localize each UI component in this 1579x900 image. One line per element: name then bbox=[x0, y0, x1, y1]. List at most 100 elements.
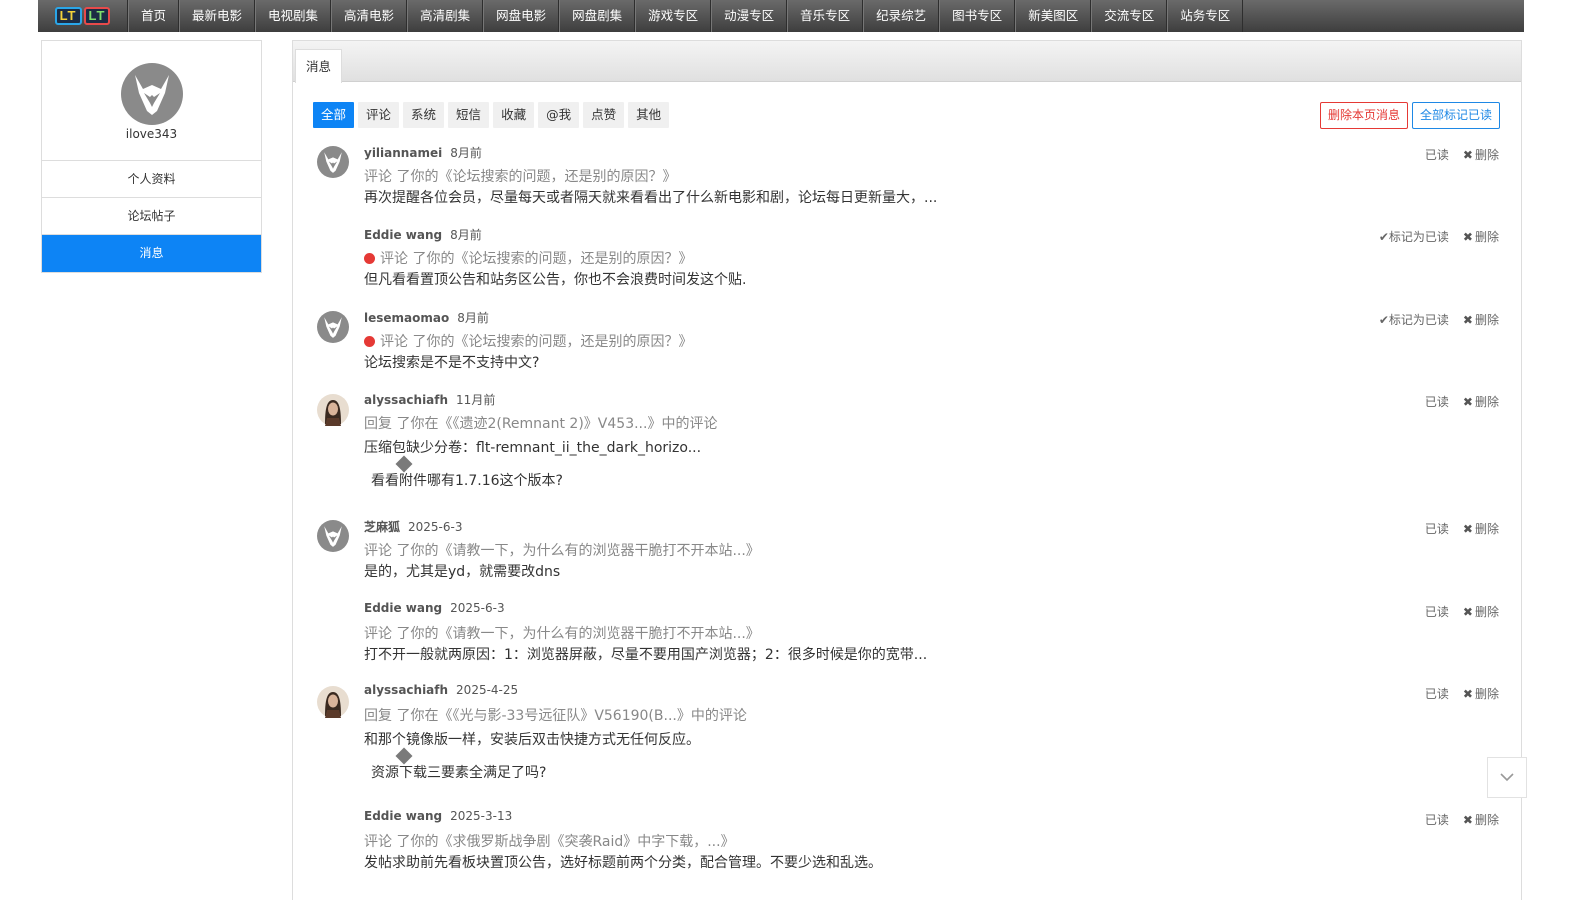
message-time: 2025-6-3 bbox=[450, 601, 505, 615]
delete-label: 删除 bbox=[1474, 148, 1499, 162]
message-item: alyssachiafh 2025-4-25 回复 了你在《《光与影-33号远征队… bbox=[293, 683, 1521, 803]
nav-item-hd-series[interactable]: 高清剧集 bbox=[407, 0, 484, 32]
nav-item-documentary[interactable]: 纪录综艺 bbox=[863, 0, 940, 32]
filter-likes[interactable]: 点赞 bbox=[583, 102, 625, 128]
delete-label: 删除 bbox=[1474, 230, 1499, 244]
close-icon: ✖ bbox=[1462, 522, 1473, 536]
message-user[interactable]: Eddie wang bbox=[364, 809, 442, 823]
delete-label: 删除 bbox=[1474, 605, 1499, 619]
nav-item-music[interactable]: 音乐专区 bbox=[787, 0, 864, 32]
filter-sms[interactable]: 短信 bbox=[448, 102, 490, 128]
photo-avatar-icon[interactable] bbox=[317, 394, 349, 426]
message-user[interactable]: alyssachiafh bbox=[364, 393, 448, 407]
user-avatar-icon[interactable] bbox=[120, 63, 183, 125]
message-content: 打不开一般就两原因：1：浏览器屏蔽，尽量不要用国产浏览器；2：很多时候是你的宽带… bbox=[364, 647, 928, 663]
delete-label: 删除 bbox=[1474, 813, 1499, 827]
filter-mentions[interactable]: @我 bbox=[538, 102, 580, 128]
logo-part-1: LT bbox=[54, 7, 82, 25]
close-icon: ✖ bbox=[1462, 230, 1473, 244]
filter-system[interactable]: 系统 bbox=[403, 102, 445, 128]
nav-item-tv-series[interactable]: 电视剧集 bbox=[255, 0, 332, 32]
message-action[interactable]: 回复 了你在《《光与影-33号远征队》V56190(B...》中的评论 bbox=[364, 705, 747, 725]
nav-item-cloud-series[interactable]: 网盘剧集 bbox=[559, 0, 636, 32]
nav-item-community[interactable]: 交流专区 bbox=[1091, 0, 1168, 32]
chevron-down-icon bbox=[1500, 773, 1514, 782]
message-actions: 已读 ✖ 删除 bbox=[1425, 811, 1499, 828]
delete-message-button[interactable]: ✖ 删除 bbox=[1463, 228, 1499, 245]
message-action[interactable]: 评论 了你的《论坛搜索的问题，还是别的原因？》 bbox=[364, 166, 676, 186]
sidebar-item-profile[interactable]: 个人资料 bbox=[42, 161, 261, 198]
message-user[interactable]: Eddie wang bbox=[364, 601, 442, 615]
message-user[interactable]: yiliannamei bbox=[364, 146, 442, 160]
horned-avatar-icon[interactable] bbox=[317, 146, 349, 178]
mark-read-label: 标记为已读 bbox=[1388, 313, 1449, 327]
read-status: 已读 bbox=[1424, 813, 1449, 827]
message-time: 8月前 bbox=[450, 146, 482, 160]
message-actions: 已读 ✖ 删除 bbox=[1425, 520, 1499, 537]
message-item: Eddie wang 2025-3-13 评论 了你的《求俄罗斯战争剧《突袭Rai… bbox=[293, 809, 1521, 889]
logo-part-2: LT bbox=[83, 7, 111, 25]
tab-messages[interactable]: 消息 bbox=[295, 49, 343, 83]
nav-item-home[interactable]: 首页 bbox=[128, 0, 180, 32]
nav-item-gallery[interactable]: 新美图区 bbox=[1015, 0, 1092, 32]
nav-item-cloud-movies[interactable]: 网盘电影 bbox=[483, 0, 560, 32]
message-actions: 已读 ✖ 删除 bbox=[1425, 393, 1499, 410]
message-action[interactable]: 评论 了你的《求俄罗斯战争剧《突袭Raid》中字下载，...》 bbox=[364, 831, 735, 851]
photo-avatar-icon[interactable] bbox=[317, 686, 349, 718]
nav-item-books[interactable]: 图书专区 bbox=[939, 0, 1016, 32]
delete-label: 删除 bbox=[1474, 522, 1499, 536]
message-user[interactable]: lesemaomao bbox=[364, 311, 449, 325]
filter-favorites[interactable]: 收藏 bbox=[493, 102, 535, 128]
message-item: 芝麻狐 2025-6-3 评论 了你的《请教一下，为什么有的浏览器干脆打不开本站.… bbox=[293, 518, 1521, 598]
message-content: 再次提醒各位会员，尽量每天或者隔天就来看看出了什么新电影和剧，论坛每日更新量大，… bbox=[364, 190, 938, 206]
nav-item-site-affairs[interactable]: 站务专区 bbox=[1167, 0, 1244, 32]
mark-all-read-button[interactable]: 全部标记已读 bbox=[1412, 102, 1501, 129]
nav-item-games[interactable]: 游戏专区 bbox=[635, 0, 712, 32]
delete-message-button[interactable]: ✖ 删除 bbox=[1463, 311, 1499, 328]
delete-message-button[interactable]: ✖ 删除 bbox=[1463, 393, 1499, 410]
message-action[interactable]: 回复 了你在《《遗迹2(Remnant 2)》V453...》中的评论 bbox=[364, 413, 717, 433]
message-item: Eddie wang 2025-6-3 评论 了你的《请教一下，为什么有的浏览器干… bbox=[293, 601, 1521, 681]
close-icon: ✖ bbox=[1462, 605, 1473, 619]
message-action[interactable]: 评论 了你的《论坛搜索的问题，还是别的原因？》 bbox=[364, 248, 692, 268]
delete-message-button[interactable]: ✖ 删除 bbox=[1463, 146, 1499, 163]
message-action[interactable]: 评论 了你的《请教一下，为什么有的浏览器干脆打不开本站...》 bbox=[364, 540, 760, 560]
delete-message-button[interactable]: ✖ 删除 bbox=[1463, 811, 1499, 828]
message-meta: 芝麻狐 2025-6-3 bbox=[364, 518, 462, 535]
close-icon: ✖ bbox=[1462, 687, 1473, 701]
mark-read-button[interactable]: ✔标记为已读 bbox=[1379, 228, 1449, 245]
delete-message-button[interactable]: ✖ 删除 bbox=[1463, 603, 1499, 620]
delete-message-button[interactable]: ✖ 删除 bbox=[1463, 685, 1499, 702]
message-action[interactable]: 评论 了你的《论坛搜索的问题，还是别的原因？》 bbox=[364, 331, 692, 351]
main-panel: 消息 全部 评论 系统 短信 收藏 @我 点赞 其他 删除本页消息 全部标记已读… bbox=[292, 40, 1522, 900]
message-user[interactable]: 芝麻狐 bbox=[364, 520, 400, 534]
filter-all[interactable]: 全部 bbox=[313, 102, 355, 128]
message-time: 11月前 bbox=[456, 393, 496, 407]
message-content: 但凡看看置顶公告和站务区公告，你也不会浪费时间发这个贴. bbox=[364, 272, 747, 288]
read-status: 已读 bbox=[1424, 522, 1449, 536]
horned-avatar-icon[interactable] bbox=[317, 311, 349, 343]
delete-message-button[interactable]: ✖ 删除 bbox=[1463, 520, 1499, 537]
message-user[interactable]: alyssachiafh bbox=[364, 683, 448, 697]
sidebar-item-forum-posts[interactable]: 论坛帖子 bbox=[42, 198, 261, 235]
delete-page-messages-button[interactable]: 删除本页消息 bbox=[1320, 102, 1409, 129]
nav-item-latest-movies[interactable]: 最新电影 bbox=[179, 0, 256, 32]
horned-avatar-icon[interactable] bbox=[317, 520, 349, 552]
filter-comments[interactable]: 评论 bbox=[358, 102, 400, 128]
filter-other[interactable]: 其他 bbox=[628, 102, 670, 128]
site-logo[interactable]: LT LT bbox=[38, 0, 128, 32]
scroll-down-button[interactable] bbox=[1487, 757, 1527, 798]
message-action[interactable]: 评论 了你的《请教一下，为什么有的浏览器干脆打不开本站...》 bbox=[364, 623, 760, 643]
unread-dot-icon bbox=[364, 336, 375, 347]
message-content: 是的，尤其是yd，就需要改dns bbox=[364, 564, 561, 580]
close-icon: ✖ bbox=[1462, 148, 1473, 162]
message-user[interactable]: Eddie wang bbox=[364, 228, 442, 242]
mark-read-button[interactable]: ✔标记为已读 bbox=[1379, 311, 1449, 328]
message-action-text: 评论 了你的《论坛搜索的问题，还是别的原因？》 bbox=[380, 334, 693, 350]
read-status: 已读 bbox=[1424, 148, 1449, 162]
delete-label: 删除 bbox=[1474, 313, 1499, 327]
nav-item-hd-movies[interactable]: 高清电影 bbox=[331, 0, 408, 32]
sidebar-item-messages[interactable]: 消息 bbox=[42, 235, 261, 272]
message-meta: Eddie wang 2025-3-13 bbox=[364, 809, 512, 823]
nav-item-anime[interactable]: 动漫专区 bbox=[711, 0, 788, 32]
